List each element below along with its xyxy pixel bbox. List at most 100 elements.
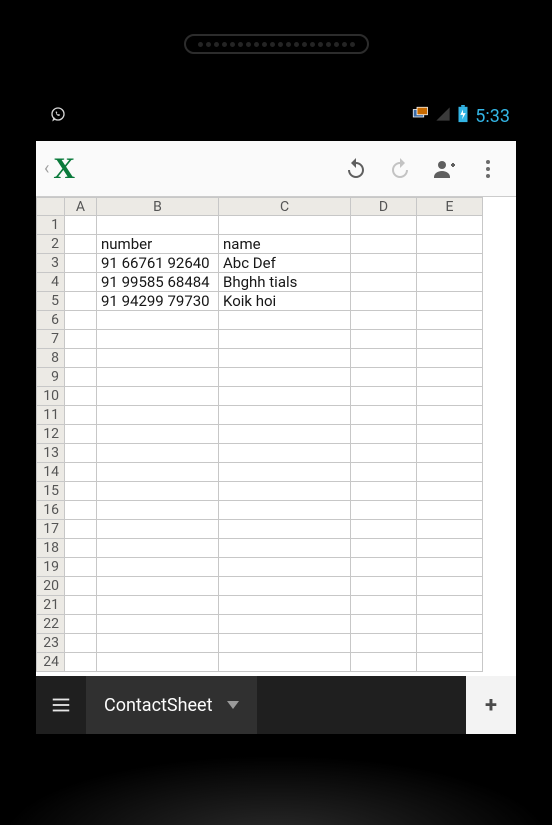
- row-header[interactable]: 12: [37, 425, 65, 444]
- cell-A1[interactable]: [65, 216, 97, 235]
- corner-cell[interactable]: [37, 198, 65, 216]
- col-header-A[interactable]: A: [65, 198, 97, 216]
- cell-D21[interactable]: [351, 596, 417, 615]
- redo-button[interactable]: [378, 147, 422, 191]
- cell-E18[interactable]: [417, 539, 483, 558]
- cell-E9[interactable]: [417, 368, 483, 387]
- sheet-tab-active[interactable]: ContactSheet: [86, 676, 257, 734]
- cell-B14[interactable]: [97, 463, 219, 482]
- cell-A12[interactable]: [65, 425, 97, 444]
- cell-A21[interactable]: [65, 596, 97, 615]
- cell-E10[interactable]: [417, 387, 483, 406]
- cell-B13[interactable]: [97, 444, 219, 463]
- cell-C1[interactable]: [219, 216, 351, 235]
- row-header[interactable]: 7: [37, 330, 65, 349]
- cell-E20[interactable]: [417, 577, 483, 596]
- row-header[interactable]: 2: [37, 235, 65, 254]
- cell-B10[interactable]: [97, 387, 219, 406]
- cell-B2[interactable]: number: [97, 235, 219, 254]
- cell-B4[interactable]: 91 99585 68484: [97, 273, 219, 292]
- row-header[interactable]: 11: [37, 406, 65, 425]
- cell-C18[interactable]: [219, 539, 351, 558]
- cell-A22[interactable]: [65, 615, 97, 634]
- cell-C20[interactable]: [219, 577, 351, 596]
- cell-C12[interactable]: [219, 425, 351, 444]
- cell-C22[interactable]: [219, 615, 351, 634]
- cell-D19[interactable]: [351, 558, 417, 577]
- row-header[interactable]: 10: [37, 387, 65, 406]
- cell-D7[interactable]: [351, 330, 417, 349]
- cell-D23[interactable]: [351, 634, 417, 653]
- col-header-B[interactable]: B: [97, 198, 219, 216]
- row-header[interactable]: 16: [37, 501, 65, 520]
- cell-C5[interactable]: Koik hoi: [219, 292, 351, 311]
- cell-B9[interactable]: [97, 368, 219, 387]
- cell-B12[interactable]: [97, 425, 219, 444]
- cell-E8[interactable]: [417, 349, 483, 368]
- cell-A16[interactable]: [65, 501, 97, 520]
- cell-B7[interactable]: [97, 330, 219, 349]
- cell-B18[interactable]: [97, 539, 219, 558]
- cell-B24[interactable]: [97, 653, 219, 672]
- row-header[interactable]: 1: [37, 216, 65, 235]
- row-header[interactable]: 14: [37, 463, 65, 482]
- row-header[interactable]: 18: [37, 539, 65, 558]
- cell-A2[interactable]: [65, 235, 97, 254]
- cell-D24[interactable]: [351, 653, 417, 672]
- cell-B23[interactable]: [97, 634, 219, 653]
- cell-E5[interactable]: [417, 292, 483, 311]
- row-header[interactable]: 4: [37, 273, 65, 292]
- cell-E7[interactable]: [417, 330, 483, 349]
- row-header[interactable]: 17: [37, 520, 65, 539]
- cell-E4[interactable]: [417, 273, 483, 292]
- cell-C16[interactable]: [219, 501, 351, 520]
- cell-E3[interactable]: [417, 254, 483, 273]
- cell-D4[interactable]: [351, 273, 417, 292]
- cell-C6[interactable]: [219, 311, 351, 330]
- cell-D1[interactable]: [351, 216, 417, 235]
- cell-A7[interactable]: [65, 330, 97, 349]
- cell-D8[interactable]: [351, 349, 417, 368]
- cell-A17[interactable]: [65, 520, 97, 539]
- cell-A9[interactable]: [65, 368, 97, 387]
- cell-D6[interactable]: [351, 311, 417, 330]
- cell-D22[interactable]: [351, 615, 417, 634]
- col-header-D[interactable]: D: [351, 198, 417, 216]
- cell-A8[interactable]: [65, 349, 97, 368]
- cell-C21[interactable]: [219, 596, 351, 615]
- cell-B15[interactable]: [97, 482, 219, 501]
- cell-E23[interactable]: [417, 634, 483, 653]
- cell-C23[interactable]: [219, 634, 351, 653]
- row-header[interactable]: 3: [37, 254, 65, 273]
- cell-E11[interactable]: [417, 406, 483, 425]
- cell-E21[interactable]: [417, 596, 483, 615]
- cell-E19[interactable]: [417, 558, 483, 577]
- cell-E13[interactable]: [417, 444, 483, 463]
- all-sheets-button[interactable]: [36, 676, 86, 734]
- cell-B19[interactable]: [97, 558, 219, 577]
- row-header[interactable]: 20: [37, 577, 65, 596]
- col-header-E[interactable]: E: [417, 198, 483, 216]
- cell-A10[interactable]: [65, 387, 97, 406]
- cell-B8[interactable]: [97, 349, 219, 368]
- cell-E22[interactable]: [417, 615, 483, 634]
- row-header[interactable]: 6: [37, 311, 65, 330]
- cell-D20[interactable]: [351, 577, 417, 596]
- cell-C10[interactable]: [219, 387, 351, 406]
- cell-D18[interactable]: [351, 539, 417, 558]
- add-contact-button[interactable]: [422, 147, 466, 191]
- cell-A4[interactable]: [65, 273, 97, 292]
- cell-B11[interactable]: [97, 406, 219, 425]
- cell-A23[interactable]: [65, 634, 97, 653]
- row-header[interactable]: 22: [37, 615, 65, 634]
- app-logo[interactable]: X: [53, 152, 72, 186]
- cell-A11[interactable]: [65, 406, 97, 425]
- cell-B5[interactable]: 91 94299 79730: [97, 292, 219, 311]
- cell-C14[interactable]: [219, 463, 351, 482]
- cell-D9[interactable]: [351, 368, 417, 387]
- cell-C9[interactable]: [219, 368, 351, 387]
- cell-B3[interactable]: 91 66761 92640: [97, 254, 219, 273]
- cell-D10[interactable]: [351, 387, 417, 406]
- cell-A14[interactable]: [65, 463, 97, 482]
- cell-E24[interactable]: [417, 653, 483, 672]
